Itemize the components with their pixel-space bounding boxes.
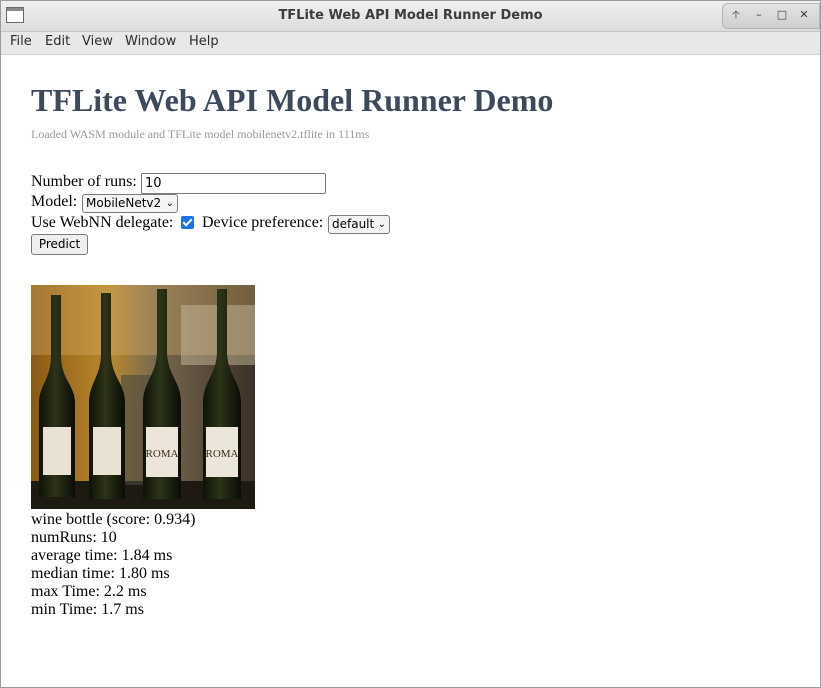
max-time-result: max Time: 2.2 ms xyxy=(31,583,147,600)
app-window: TFLite Web API Model Runner Demo 🡡 – □ ✕… xyxy=(0,0,821,688)
webnn-checkbox[interactable] xyxy=(181,216,194,229)
input-image: ROMA ROMA xyxy=(31,285,255,509)
chevron-down-icon: ⌄ xyxy=(165,198,174,209)
runs-input[interactable] xyxy=(141,173,326,194)
menu-help[interactable]: Help xyxy=(189,34,219,49)
menu-window[interactable]: Window xyxy=(125,34,176,49)
model-select-value: MobileNetv2 xyxy=(86,196,162,210)
webnn-label: Use WebNN delegate: xyxy=(31,214,174,231)
runs-label: Number of runs: xyxy=(31,173,137,190)
menu-bar: File Edit View Window Help xyxy=(1,32,820,55)
bottle-label-text: ROMA xyxy=(205,448,238,460)
min-time-result: min Time: 1.7 ms xyxy=(31,601,144,618)
average-time-result: average time: 1.84 ms xyxy=(31,547,173,564)
page-title: TFLite Web API Model Runner Demo xyxy=(31,82,554,118)
close-icon[interactable]: ✕ xyxy=(795,6,813,24)
prediction-result: wine bottle (score: 0.934) xyxy=(31,511,196,528)
window-controls: 🡡 – □ ✕ xyxy=(722,3,820,29)
menu-file[interactable]: File xyxy=(10,34,32,49)
menu-edit[interactable]: Edit xyxy=(45,34,70,49)
chevron-down-icon: ⌄ xyxy=(377,219,386,230)
bottle-label-text: ROMA xyxy=(145,448,178,460)
window-title: TFLite Web API Model Runner Demo xyxy=(278,8,543,23)
device-select[interactable]: default ⌄ xyxy=(328,215,390,234)
device-select-value: default xyxy=(332,217,375,231)
maximize-icon[interactable]: □ xyxy=(773,6,791,24)
menu-view[interactable]: View xyxy=(82,34,113,49)
keep-above-icon[interactable]: 🡡 xyxy=(727,6,745,24)
predict-button[interactable]: Predict xyxy=(31,234,88,255)
wine-bottles-photo: ROMA ROMA xyxy=(31,285,255,509)
page-content: TFLite Web API Model Runner Demo Loaded … xyxy=(1,55,820,687)
minimize-icon[interactable]: – xyxy=(750,6,768,24)
model-select[interactable]: MobileNetv2 ⌄ xyxy=(82,194,178,213)
title-bar[interactable]: TFLite Web API Model Runner Demo 🡡 – □ ✕ xyxy=(1,1,820,32)
num-runs-result: numRuns: 10 xyxy=(31,529,117,546)
median-time-result: median time: 1.80 ms xyxy=(31,565,170,582)
model-label: Model: xyxy=(31,193,78,210)
load-status: Loaded WASM module and TFLite model mobi… xyxy=(31,127,370,141)
device-label: Device preference: xyxy=(202,214,324,231)
